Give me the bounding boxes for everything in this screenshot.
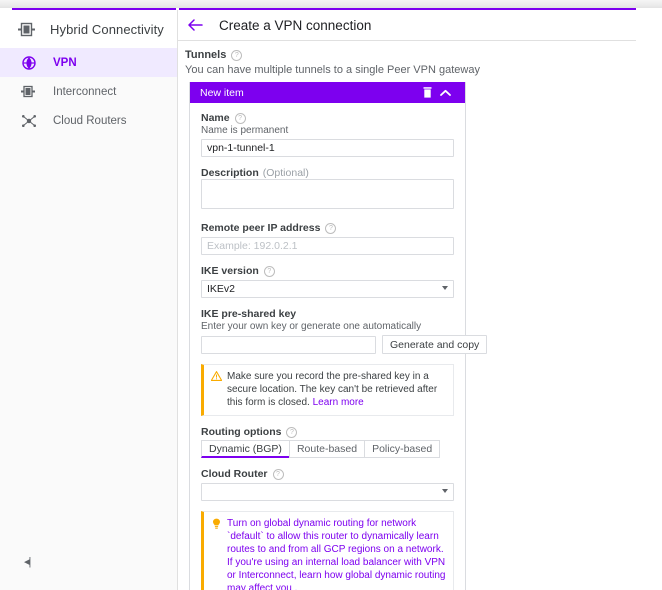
right-gutter xyxy=(636,10,662,590)
cloud-router-icon xyxy=(21,113,37,129)
sidebar-item-label: Cloud Routers xyxy=(53,115,127,127)
ike-version-label: IKE version ? xyxy=(201,265,454,277)
help-icon[interactable]: ? xyxy=(264,266,275,277)
cloud-router-label-text: Cloud Router xyxy=(201,468,268,480)
psk-warning-callout: Make sure you record the pre-shared key … xyxy=(201,364,454,416)
ike-version-label-text: IKE version xyxy=(201,265,259,277)
name-input[interactable] xyxy=(201,139,454,157)
name-label-text: Name xyxy=(201,112,230,124)
psk-label: IKE pre-shared key xyxy=(201,308,454,320)
generate-and-copy-button[interactable]: Generate and copy xyxy=(382,335,487,354)
global-routing-info-callout: Turn on global dynamic routing for netwo… xyxy=(201,511,454,590)
ike-version-select[interactable]: IKEv2 xyxy=(201,280,454,298)
tunnel-card-header: New item xyxy=(190,82,465,103)
psk-field-group: IKE pre-shared key Enter your own key or… xyxy=(201,308,454,354)
tab-dynamic-bgp[interactable]: Dynamic (BGP) xyxy=(201,440,289,458)
sidebar-header: Hybrid Connectivity xyxy=(0,10,177,48)
name-label: Name ? xyxy=(201,112,454,124)
tunnel-card-body: Name ? Name is permanent Description (Op… xyxy=(190,103,465,590)
trash-icon[interactable] xyxy=(418,84,436,102)
routing-options-tabs: Dynamic (BGP) Route-based Policy-based xyxy=(201,440,454,458)
ike-version-field-group: IKE version ? IKEv2 xyxy=(201,265,454,298)
name-hint: Name is permanent xyxy=(201,125,454,136)
learn-more-link[interactable]: Learn more xyxy=(313,397,364,408)
vpn-icon xyxy=(21,55,37,71)
content-area: Create a VPN connection Tunnels ? You ca… xyxy=(178,10,636,590)
sidebar-item-label: Interconnect xyxy=(53,86,116,98)
cloud-router-select[interactable] xyxy=(201,483,454,501)
remote-peer-field-group: Remote peer IP address ? xyxy=(201,222,454,255)
cloud-router-select-wrap xyxy=(201,483,454,501)
help-icon[interactable]: ? xyxy=(286,427,297,438)
page-header: Create a VPN connection xyxy=(178,10,636,41)
lightbulb-icon xyxy=(210,517,223,590)
chevron-up-icon[interactable] xyxy=(436,84,454,102)
interconnect-icon xyxy=(17,19,37,39)
psk-warning-text: Make sure you record the pre-shared key … xyxy=(227,370,446,409)
psk-hint: Enter your own key or generate one autom… xyxy=(201,321,454,332)
app-root: Hybrid Connectivity VPN I xyxy=(0,10,636,590)
tab-route-based[interactable]: Route-based xyxy=(289,440,364,458)
help-icon[interactable]: ? xyxy=(273,469,284,480)
remote-peer-label-text: Remote peer IP address xyxy=(201,222,320,234)
remote-peer-label: Remote peer IP address ? xyxy=(201,222,454,234)
remote-peer-input[interactable] xyxy=(201,237,454,255)
description-optional-text: (Optional) xyxy=(263,167,309,179)
sidebar-item-cloud-routers[interactable]: Cloud Routers xyxy=(0,106,177,135)
sidebar: Hybrid Connectivity VPN I xyxy=(0,10,178,590)
tunnels-section-label: Tunnels ? xyxy=(185,49,620,61)
routing-options-label: Routing options ? xyxy=(201,426,454,438)
collapse-sidebar-button[interactable]: ◂| xyxy=(24,555,30,568)
sidebar-item-interconnect[interactable]: Interconnect xyxy=(0,77,177,106)
description-field-group: Description (Optional) xyxy=(201,167,454,212)
cloud-router-label: Cloud Router ? xyxy=(201,468,454,480)
routing-options-group: Routing options ? Dynamic (BGP) Route-ba… xyxy=(201,426,454,458)
tunnels-description: You can have multiple tunnels to a singl… xyxy=(185,64,620,76)
tunnel-card-title: New item xyxy=(200,87,418,99)
psk-label-text: IKE pre-shared key xyxy=(201,308,296,320)
psk-input[interactable] xyxy=(201,336,376,354)
ike-version-select-wrap: IKEv2 xyxy=(201,280,454,298)
sidebar-item-vpn[interactable]: VPN xyxy=(0,48,177,77)
help-icon[interactable]: ? xyxy=(231,50,242,61)
help-icon[interactable]: ? xyxy=(325,223,336,234)
back-arrow-icon[interactable] xyxy=(184,14,206,36)
routing-options-label-text: Routing options xyxy=(201,426,281,438)
name-field-group: Name ? Name is permanent xyxy=(201,112,454,157)
info-tail: . xyxy=(292,583,298,590)
interconnect-icon xyxy=(21,84,37,100)
help-icon[interactable]: ? xyxy=(235,113,246,124)
psk-row: Generate and copy xyxy=(201,335,454,354)
tab-policy-based[interactable]: Policy-based xyxy=(364,440,440,458)
description-label: Description (Optional) xyxy=(201,167,454,179)
tunnel-card: New item xyxy=(189,82,466,590)
service-title: Hybrid Connectivity xyxy=(50,22,164,37)
warning-triangle-icon xyxy=(210,370,223,409)
cloud-router-field-group: Cloud Router ? xyxy=(201,468,454,501)
page-title: Create a VPN connection xyxy=(219,18,371,33)
form-scroll-region[interactable]: Tunnels ? You can have multiple tunnels … xyxy=(178,41,636,590)
description-label-text: Description xyxy=(201,167,259,179)
tunnels-label-text: Tunnels xyxy=(185,49,226,61)
global-routing-info-text: Turn on global dynamic routing for netwo… xyxy=(227,517,446,590)
window-chrome-shade xyxy=(0,0,662,8)
sidebar-item-label: VPN xyxy=(53,57,77,69)
description-textarea[interactable] xyxy=(201,179,454,209)
